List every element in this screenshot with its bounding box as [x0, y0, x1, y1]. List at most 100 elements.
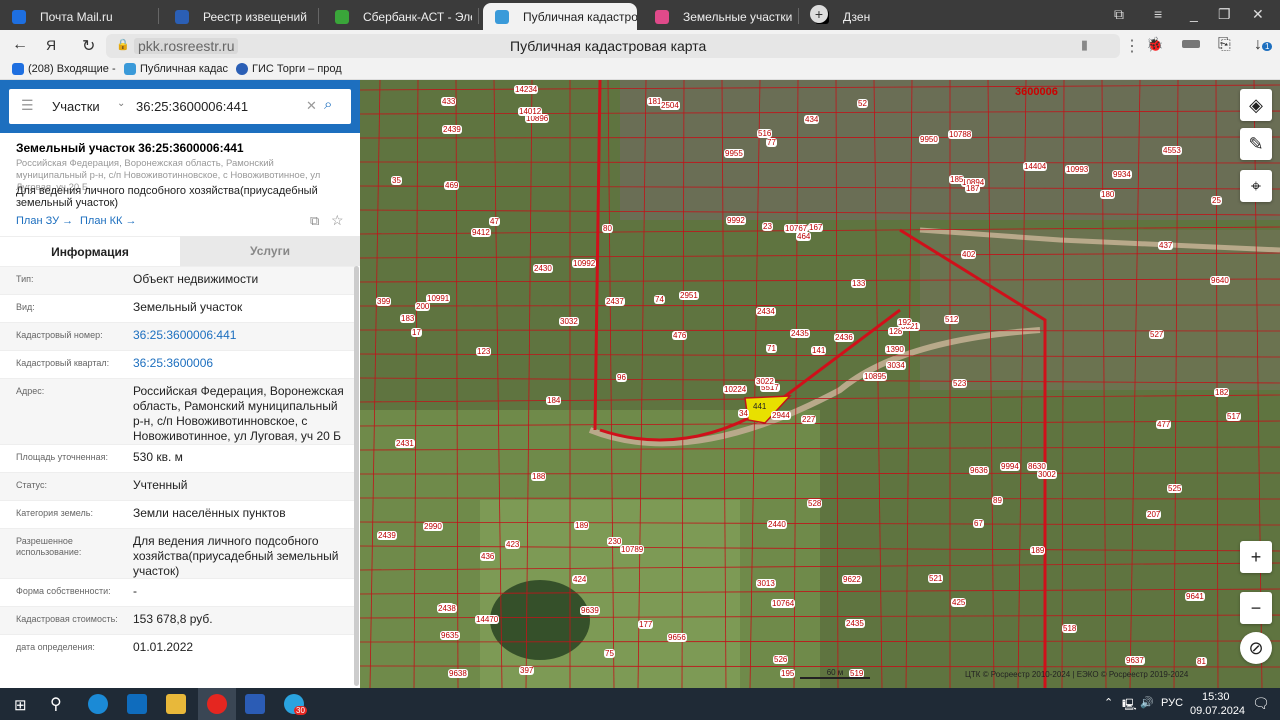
- star-icon[interactable]: ☆: [331, 212, 344, 229]
- yandex-browser-icon[interactable]: [198, 688, 236, 720]
- info-value[interactable]: 36:25:3600006:441: [133, 328, 348, 343]
- parcel-label[interactable]: 227: [801, 415, 817, 424]
- parcel-label[interactable]: 67: [973, 519, 984, 528]
- back-icon[interactable]: ←: [12, 36, 28, 54]
- volume-icon[interactable]: 🔊: [1140, 696, 1154, 709]
- parcel-label[interactable]: 424: [572, 575, 588, 584]
- parcel-label[interactable]: 437: [1158, 241, 1174, 250]
- restore-button[interactable]: ❐: [1218, 6, 1231, 23]
- parcel-label[interactable]: 3022: [755, 377, 775, 386]
- map[interactable]: 2279412551726312810789107881671089410895…: [360, 80, 1280, 688]
- parcel-label[interactable]: 3013: [756, 579, 776, 588]
- windows-start-icon[interactable]: ⊞: [14, 696, 27, 714]
- parcel-label[interactable]: 2439: [442, 125, 462, 134]
- parcel-label[interactable]: 188: [531, 472, 547, 481]
- notifications-icon[interactable]: 🗨: [1252, 695, 1270, 712]
- parcel-label[interactable]: 9641: [1185, 592, 1205, 601]
- parcel-label[interactable]: 9994: [1000, 462, 1020, 471]
- extension-icon-2[interactable]: [1182, 40, 1200, 48]
- parcel-label[interactable]: 423: [505, 540, 521, 549]
- outlook-icon[interactable]: [127, 694, 147, 714]
- parcel-label[interactable]: 9638: [448, 669, 468, 678]
- parcel-label[interactable]: 9412: [471, 228, 491, 237]
- parcel-label[interactable]: 230: [607, 537, 623, 546]
- parcel-label[interactable]: 14404: [1023, 162, 1048, 171]
- parcel-label[interactable]: 17: [411, 328, 422, 337]
- parcel-label[interactable]: 14012: [518, 107, 543, 116]
- parcel-label[interactable]: 10224: [723, 385, 748, 394]
- parcel-label[interactable]: 476: [672, 331, 688, 340]
- parcel-label[interactable]: 464: [796, 232, 812, 241]
- parcel-label[interactable]: 2435: [845, 619, 865, 628]
- parcel-label[interactable]: 185: [949, 175, 965, 184]
- parcel-label[interactable]: 177: [638, 620, 654, 629]
- parcel-label[interactable]: 183: [400, 314, 416, 323]
- parcel-label[interactable]: 3034: [886, 361, 906, 370]
- search-input[interactable]: 36:25:3600006:441: [136, 99, 248, 114]
- parcel-label[interactable]: 47: [489, 217, 500, 226]
- parcel-label[interactable]: 2440: [767, 520, 787, 529]
- parcel-label[interactable]: 189: [574, 521, 590, 530]
- collections-icon[interactable]: ⧉: [1114, 6, 1124, 23]
- parcel-label[interactable]: 123: [476, 347, 492, 356]
- parcel-label[interactable]: 2431: [395, 439, 415, 448]
- search-icon[interactable]: ⌕: [324, 96, 332, 113]
- parcel-label[interactable]: 518: [1062, 624, 1078, 633]
- tab-information[interactable]: Информация: [0, 236, 180, 266]
- parcel-label[interactable]: 527: [1149, 330, 1165, 339]
- parcel-label[interactable]: 189: [1030, 546, 1046, 555]
- parcel-label[interactable]: 9934: [1112, 170, 1132, 179]
- telegram-icon[interactable]: 30: [284, 694, 307, 715]
- parcel-label[interactable]: 9955: [724, 149, 744, 158]
- parcel-label[interactable]: 81: [1196, 657, 1207, 666]
- parcel-label[interactable]: 10991: [426, 294, 451, 303]
- download-icon[interactable]: ↓ 1: [1254, 36, 1273, 54]
- parcel-label[interactable]: 75: [604, 649, 615, 658]
- menu-icon[interactable]: ☰: [21, 97, 34, 114]
- parcel-label[interactable]: 52: [857, 99, 868, 108]
- parcel-label[interactable]: 436: [480, 552, 496, 561]
- parcel-label[interactable]: 2504: [660, 101, 680, 110]
- parcel-label[interactable]: 9636: [969, 466, 989, 475]
- parcel-label[interactable]: 23: [762, 222, 773, 231]
- parcel-label[interactable]: 35: [391, 176, 402, 185]
- parcel-label[interactable]: 74: [654, 295, 665, 304]
- parcel-label[interactable]: 2438: [437, 604, 457, 613]
- word-icon[interactable]: [245, 694, 265, 714]
- ruler-button[interactable]: ✎: [1240, 128, 1272, 160]
- parcel-label[interactable]: 133: [851, 279, 867, 288]
- new-tab-button[interactable]: +: [810, 5, 828, 23]
- parcel-label[interactable]: 2435: [790, 329, 810, 338]
- parcel-label[interactable]: 399: [376, 297, 392, 306]
- parcel-label[interactable]: 141: [811, 346, 827, 355]
- search-type-select[interactable]: Участки: [52, 99, 100, 114]
- search-doc-icon[interactable]: ⧉: [310, 213, 319, 229]
- menu-icon[interactable]: ≡: [1154, 6, 1162, 22]
- tray-chevron-icon[interactable]: ⌃: [1104, 696, 1113, 709]
- parcel-label[interactable]: 96: [616, 373, 627, 382]
- parcel-label[interactable]: 9950: [919, 135, 939, 144]
- selected-parcel-label[interactable]: 441: [752, 402, 767, 411]
- parcel-label[interactable]: 10993: [1065, 165, 1090, 174]
- parcel-label[interactable]: 10992: [572, 259, 597, 268]
- chevron-down-icon[interactable]: ⌄: [117, 98, 125, 109]
- parcel-label[interactable]: 477: [1156, 420, 1172, 429]
- locate-button[interactable]: ⌖: [1240, 170, 1272, 202]
- scrollbar[interactable]: [354, 266, 359, 686]
- parcel-label[interactable]: 9640: [1210, 276, 1230, 285]
- parcel-label[interactable]: 2951: [679, 291, 699, 300]
- parcel-label[interactable]: 184: [546, 396, 562, 405]
- compass-button[interactable]: ⊘: [1240, 632, 1272, 664]
- parcel-label[interactable]: 517: [1226, 412, 1242, 421]
- parcel-label[interactable]: 10764: [771, 599, 796, 608]
- reload-icon[interactable]: ↻: [82, 36, 95, 56]
- parcel-label[interactable]: 516: [757, 129, 773, 138]
- parcel-label[interactable]: 71: [766, 344, 777, 353]
- parcel-label[interactable]: 2430: [533, 264, 553, 273]
- parcel-label[interactable]: 187: [965, 184, 981, 193]
- parcel-label[interactable]: 195: [780, 669, 796, 678]
- yandex-icon[interactable]: Я: [46, 37, 56, 53]
- parcel-label[interactable]: 9637: [1125, 656, 1145, 665]
- browser-tab[interactable]: Земельные участки в Нов: [643, 3, 792, 30]
- bookmark-torgi[interactable]: ГИС Торги – прод: [236, 63, 342, 75]
